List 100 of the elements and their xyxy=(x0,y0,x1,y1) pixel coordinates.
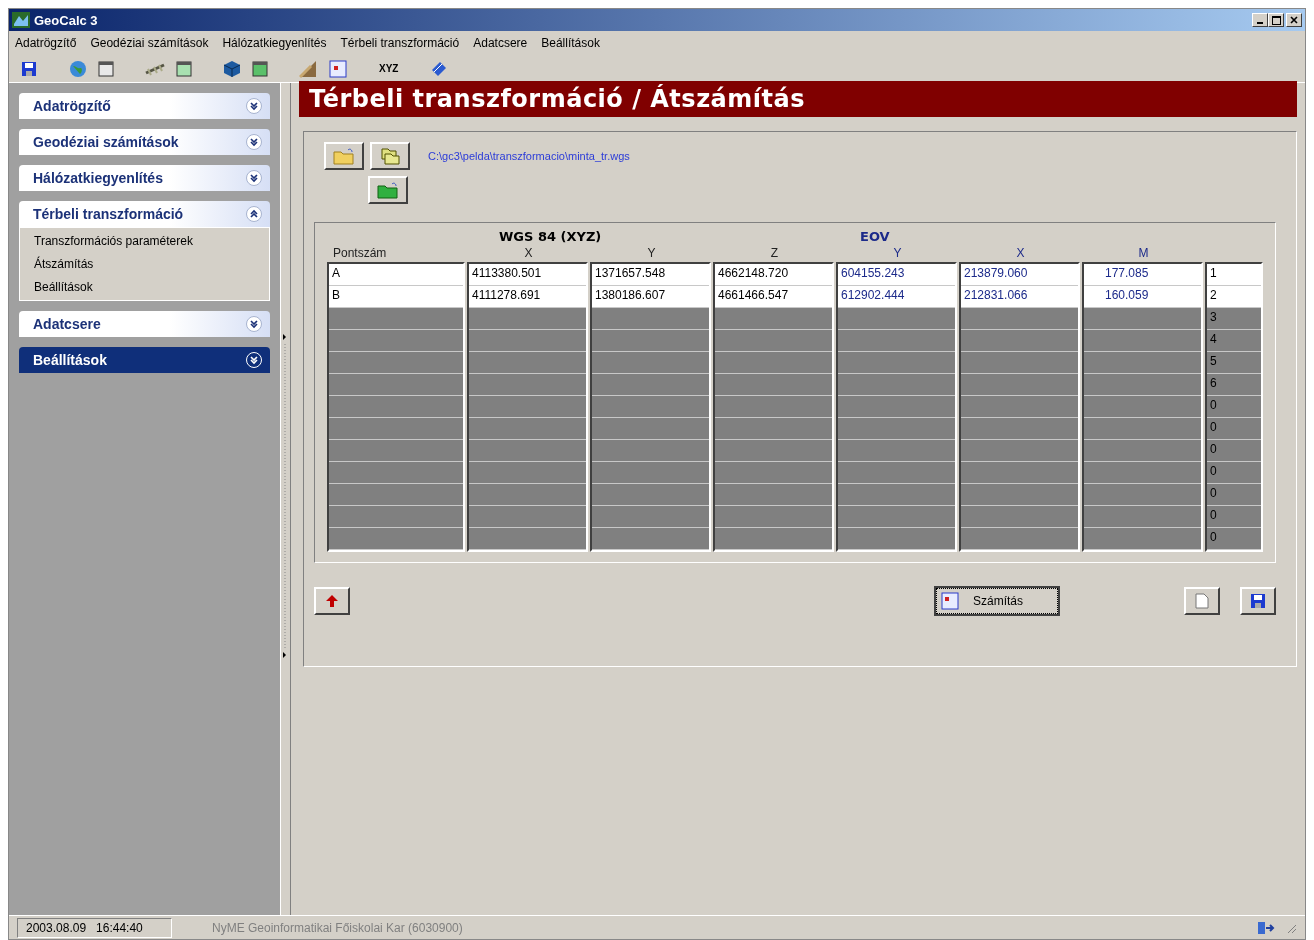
sidebar-link[interactable]: Beállítások xyxy=(34,280,255,294)
menu-item[interactable]: Geodéziai számítások xyxy=(90,36,209,50)
table-cell[interactable] xyxy=(469,330,586,352)
menu-item[interactable]: Beállítások xyxy=(541,36,600,50)
table-cell[interactable] xyxy=(961,374,1078,396)
sidebar-group-header[interactable]: Adatrögzítő xyxy=(19,93,270,119)
table-cell[interactable] xyxy=(1084,374,1201,396)
window-icon[interactable] xyxy=(175,59,193,78)
table-cell[interactable] xyxy=(838,506,955,528)
table-cell[interactable] xyxy=(469,396,586,418)
table-cell[interactable] xyxy=(838,484,955,506)
table-cell[interactable]: 213879.060 xyxy=(961,264,1078,286)
table-cell[interactable] xyxy=(329,506,463,528)
table-cell[interactable] xyxy=(329,396,463,418)
menu-item[interactable]: Adatrögzítő xyxy=(15,36,77,50)
table-cell[interactable] xyxy=(592,506,709,528)
expand-icon[interactable] xyxy=(248,137,259,147)
table-cell[interactable] xyxy=(592,352,709,374)
table-cell[interactable] xyxy=(1084,418,1201,440)
menu-item[interactable]: Hálózatkiegyenlítés xyxy=(222,36,327,50)
table-cell[interactable] xyxy=(592,374,709,396)
table-cell[interactable] xyxy=(838,528,955,550)
table-cell[interactable] xyxy=(961,440,1078,462)
table-cell[interactable] xyxy=(469,308,586,330)
table-cell[interactable] xyxy=(469,506,586,528)
table-cell[interactable]: 4111278.691 xyxy=(469,286,586,308)
table-cell[interactable] xyxy=(715,330,832,352)
table-cell[interactable] xyxy=(469,352,586,374)
table-cell[interactable] xyxy=(715,484,832,506)
table-cell[interactable] xyxy=(838,440,955,462)
minimize-button[interactable] xyxy=(1252,13,1268,27)
table-cell[interactable] xyxy=(1084,352,1201,374)
table-cell[interactable] xyxy=(469,462,586,484)
table-cell[interactable] xyxy=(1084,484,1201,506)
menu-item[interactable]: Térbeli transzformáció xyxy=(340,36,460,50)
table-cell[interactable] xyxy=(838,352,955,374)
table-cell[interactable] xyxy=(329,352,463,374)
table-cell[interactable]: 4661466.547 xyxy=(715,286,832,308)
table-cell[interactable] xyxy=(1084,506,1201,528)
table-cell[interactable] xyxy=(469,440,586,462)
table-cell[interactable] xyxy=(329,528,463,550)
table-cell[interactable] xyxy=(961,528,1078,550)
table-cell[interactable] xyxy=(961,396,1078,418)
up-arrow-button[interactable] xyxy=(314,587,350,615)
table-cell[interactable] xyxy=(715,352,832,374)
table-cell[interactable] xyxy=(715,462,832,484)
table-cell[interactable] xyxy=(1084,528,1201,550)
table-cell[interactable] xyxy=(838,330,955,352)
table-cell[interactable] xyxy=(329,484,463,506)
table-cell[interactable] xyxy=(715,418,832,440)
table-cell[interactable] xyxy=(961,330,1078,352)
close-button[interactable] xyxy=(1286,13,1302,27)
new-document-button[interactable] xyxy=(1184,587,1220,615)
maximize-button[interactable] xyxy=(1268,13,1284,27)
table-cell[interactable] xyxy=(592,308,709,330)
expand-icon[interactable] xyxy=(248,101,259,111)
table-cell[interactable] xyxy=(1084,396,1201,418)
table-cell[interactable] xyxy=(715,308,832,330)
table-cell[interactable]: 604155.243 xyxy=(838,264,955,286)
table-cell[interactable] xyxy=(592,462,709,484)
save-button[interactable] xyxy=(1240,587,1276,615)
table-cell[interactable] xyxy=(715,528,832,550)
expand-icon[interactable] xyxy=(248,173,259,183)
sidebar-group-header[interactable]: Hálózatkiegyenlítés xyxy=(19,165,270,191)
table-cell[interactable]: 177.085 xyxy=(1084,264,1201,286)
table-cell[interactable] xyxy=(1084,440,1201,462)
table-cell[interactable] xyxy=(961,308,1078,330)
table-cell[interactable] xyxy=(469,418,586,440)
table-cell[interactable]: 212831.066 xyxy=(961,286,1078,308)
table-cell[interactable] xyxy=(838,374,955,396)
table-cell[interactable] xyxy=(715,440,832,462)
sidebar-group-header[interactable]: Térbeli transzformáció xyxy=(19,201,270,227)
table-cell[interactable]: 1380186.607 xyxy=(592,286,709,308)
table-cell[interactable] xyxy=(1084,462,1201,484)
expand-icon[interactable] xyxy=(248,355,259,365)
exit-icon[interactable] xyxy=(1257,920,1275,935)
table-cell[interactable]: 4662148.720 xyxy=(715,264,832,286)
table-cell[interactable] xyxy=(1084,308,1201,330)
window-icon[interactable] xyxy=(97,59,115,78)
table-cell[interactable] xyxy=(838,418,955,440)
table-cell[interactable] xyxy=(592,396,709,418)
table-cell[interactable] xyxy=(469,484,586,506)
table-cell[interactable] xyxy=(1084,330,1201,352)
table-cell[interactable] xyxy=(961,418,1078,440)
table-cell[interactable]: 612902.444 xyxy=(838,286,955,308)
table-cell[interactable] xyxy=(592,418,709,440)
expand-icon[interactable] xyxy=(248,319,259,329)
open-folder-button[interactable] xyxy=(324,142,364,170)
table-cell[interactable] xyxy=(961,484,1078,506)
table-cell[interactable] xyxy=(961,506,1078,528)
table-cell[interactable] xyxy=(329,440,463,462)
table-cell[interactable]: 160.059 xyxy=(1084,286,1201,308)
table-cell[interactable] xyxy=(592,330,709,352)
table-cell[interactable] xyxy=(329,374,463,396)
table-cell[interactable] xyxy=(469,528,586,550)
sidebar-group-header[interactable]: Adatcsere xyxy=(19,311,270,337)
calculate-button[interactable]: Számítás xyxy=(936,588,1058,614)
xyz-tool-button[interactable]: XYZ xyxy=(377,61,401,76)
table-cell[interactable] xyxy=(469,374,586,396)
table-cell[interactable]: 1371657.548 xyxy=(592,264,709,286)
